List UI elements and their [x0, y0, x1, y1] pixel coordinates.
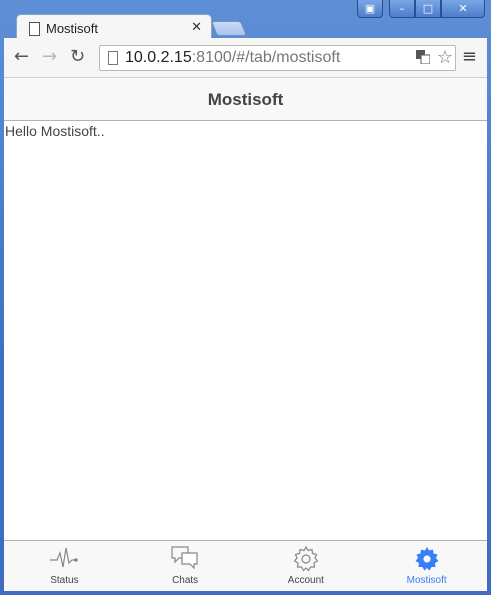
url-path: :8100/#/tab/mostisoft — [191, 49, 341, 66]
address-bar[interactable]: 10.0.2.15:8100/#/tab/mostisoft ☆ — [99, 45, 456, 71]
translate-icon[interactable] — [416, 50, 431, 65]
tab-label: Chats — [172, 575, 199, 586]
user-icon[interactable]: ▣ — [357, 0, 383, 18]
tab-label: Mostisoft — [406, 575, 447, 586]
menu-icon[interactable]: ≡ — [462, 46, 477, 67]
new-tab-button[interactable] — [210, 21, 248, 36]
tab-label: Status — [50, 575, 79, 586]
reload-icon[interactable]: ↻ — [70, 47, 85, 67]
gear-outline-icon — [293, 545, 319, 572]
maximize-button[interactable]: □ — [415, 0, 441, 18]
minimize-button[interactable]: – — [389, 0, 415, 18]
tab-status[interactable]: Status — [4, 541, 125, 591]
content-text: Hello Mostisoft.. — [5, 123, 105, 139]
pulse-icon — [50, 547, 79, 568]
page-icon — [29, 22, 40, 36]
tab-label: Account — [287, 575, 324, 586]
url-text: 10.0.2.15:8100/#/tab/mostisoft — [125, 49, 340, 67]
url-host: 10.0.2.15 — [125, 49, 192, 66]
page-viewport: Mostisoft Hello Mostisoft.. Status Chats — [4, 78, 487, 591]
browser-window: ▣ – □ ✕ Mostisoft ✕ ← → ↻ 10.0.2.15:8100… — [0, 0, 491, 595]
tab-account[interactable]: Account — [246, 541, 367, 591]
tab-title: Mostisoft — [46, 21, 99, 36]
close-tab-icon[interactable]: ✕ — [191, 20, 202, 35]
bookmark-star-icon[interactable]: ☆ — [437, 47, 453, 68]
browser-toolbar: ← → ↻ 10.0.2.15:8100/#/tab/mostisoft ☆ ≡ — [4, 38, 487, 78]
back-arrow-icon[interactable]: ← — [14, 47, 29, 67]
page-title: Mostisoft — [207, 90, 284, 109]
close-window-button[interactable]: ✕ — [441, 0, 485, 18]
tab-mostisoft[interactable]: Mostisoft — [366, 541, 487, 591]
window-controls: ▣ – □ ✕ — [357, 0, 485, 20]
page-info-icon[interactable] — [108, 51, 118, 65]
forward-arrow-icon[interactable]: → — [42, 47, 57, 67]
gear-filled-icon — [415, 547, 439, 571]
tab-chats[interactable]: Chats — [125, 541, 246, 591]
app-header: Mostisoft — [4, 78, 487, 121]
tab-bar: Status Chats Account Mostisoft — [4, 540, 487, 591]
chat-bubbles-icon — [171, 546, 198, 570]
